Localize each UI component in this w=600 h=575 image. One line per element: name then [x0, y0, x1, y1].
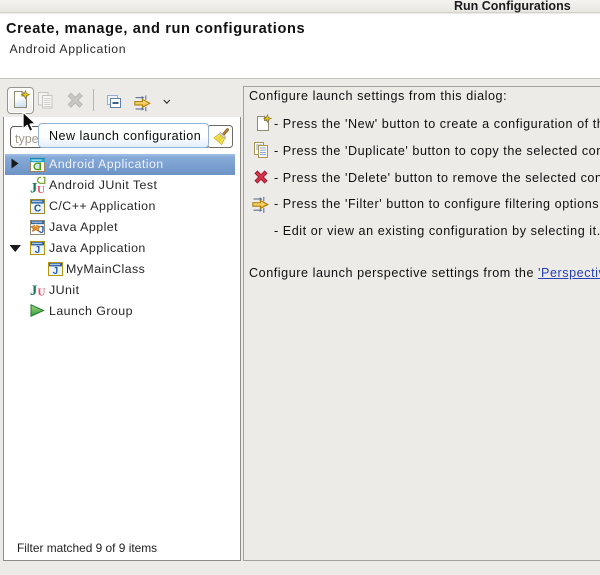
svg-text:C: C: [34, 204, 41, 215]
svg-text:U: U: [37, 184, 45, 195]
svg-text:J: J: [30, 283, 37, 299]
svg-text:J: J: [35, 245, 41, 255]
svg-text:U: U: [38, 287, 46, 299]
svg-text:J: J: [39, 225, 45, 235]
svg-text:J: J: [53, 266, 59, 276]
